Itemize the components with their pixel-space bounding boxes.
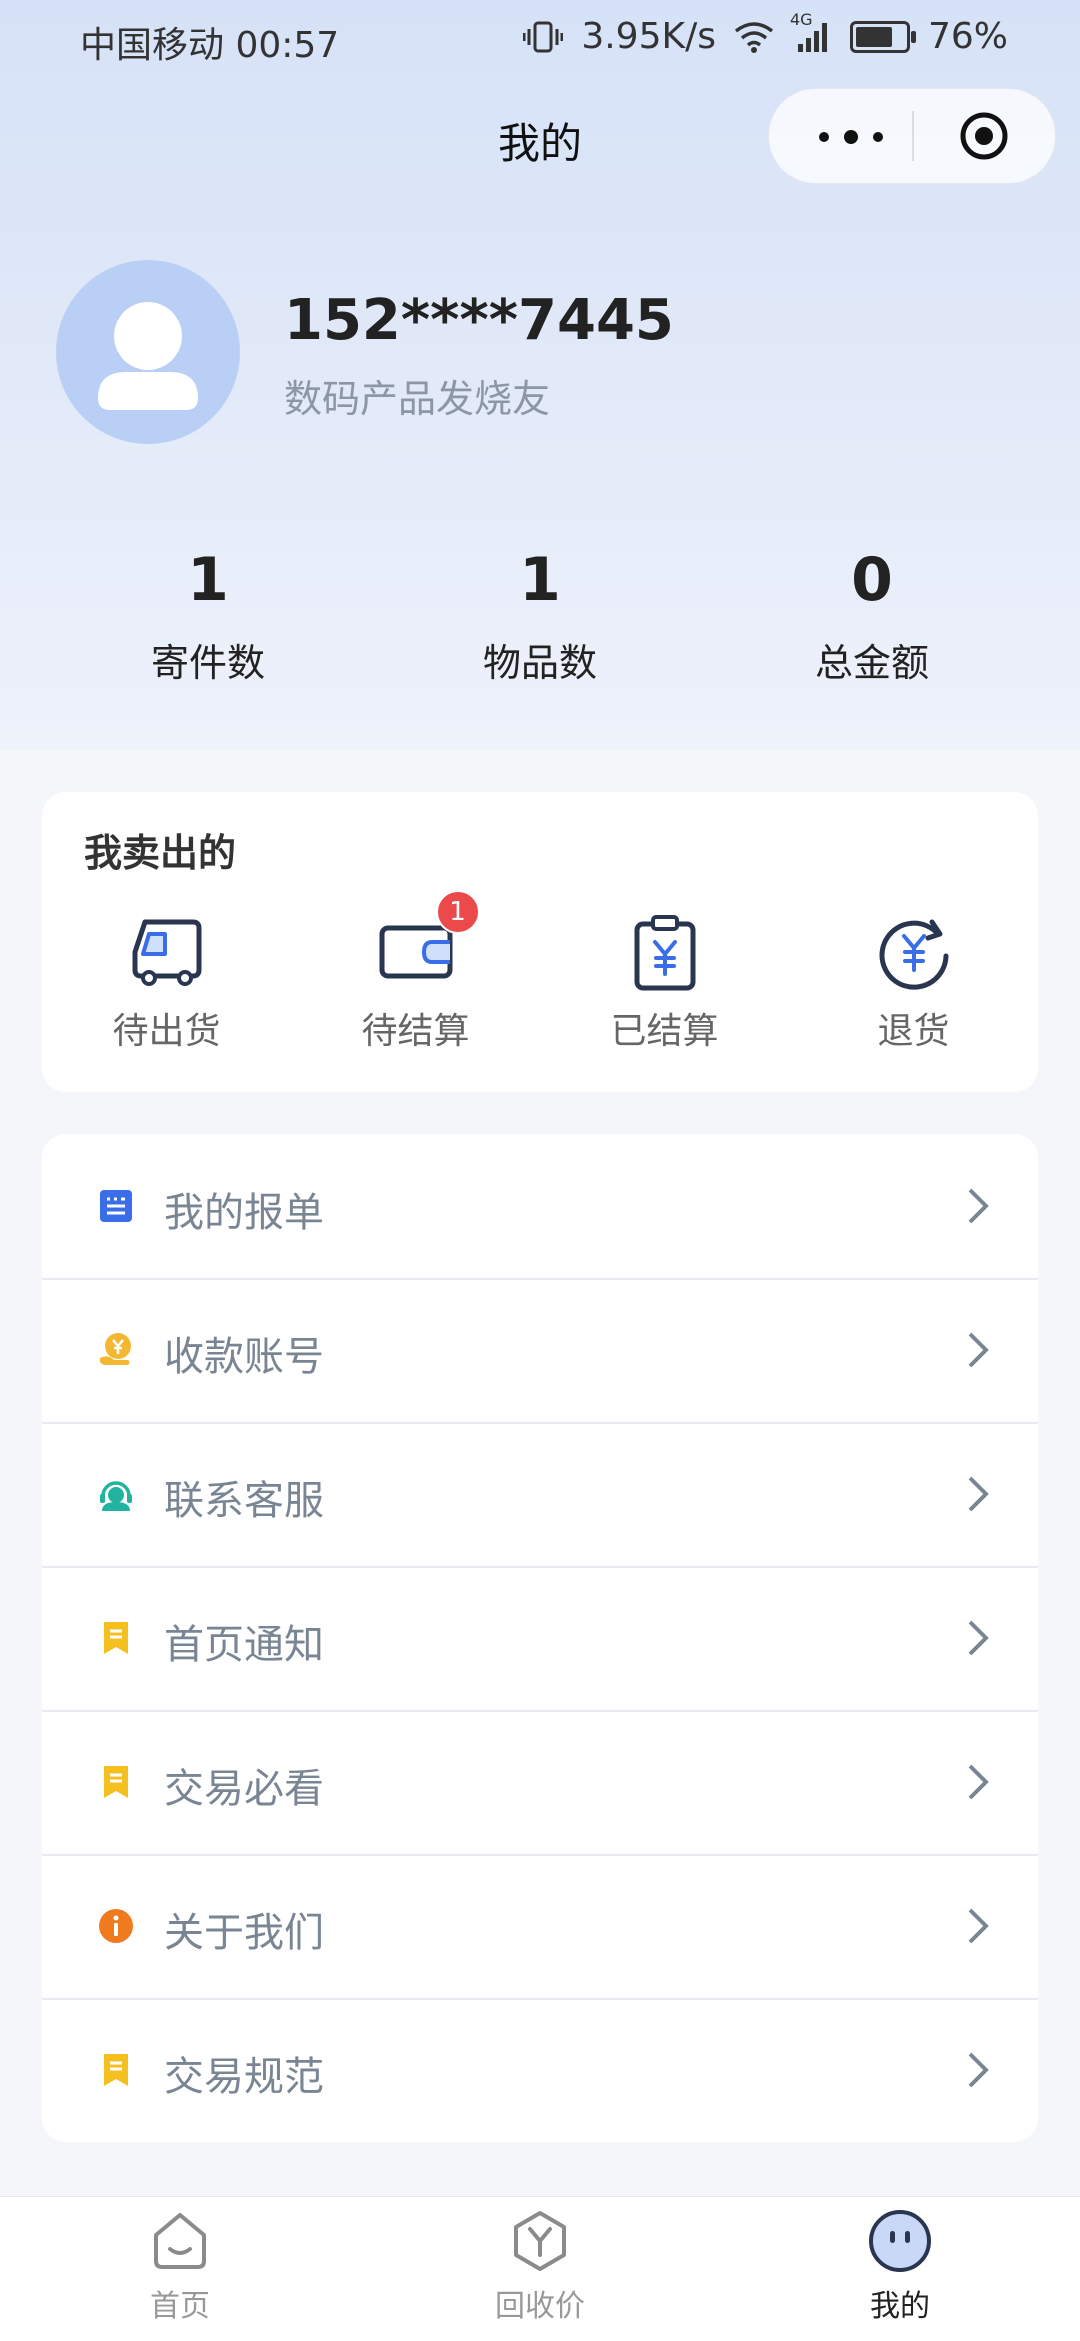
report-icon — [100, 1190, 132, 1222]
status-right: 3.95K/s 4G 76% — [523, 10, 1008, 57]
notice-icon — [104, 1622, 128, 1654]
stat-total-amount[interactable]: 0 总金额 — [692, 540, 1052, 687]
menu-item-about-us[interactable]: 关于我们 — [42, 1854, 1038, 2000]
order-label: 待结算 — [361, 1011, 470, 1052]
battery-level — [855, 26, 892, 47]
stat-label: 总金额 — [814, 641, 929, 685]
menu-label: 交易必看 — [164, 1766, 324, 1812]
user-avatar-icon — [98, 302, 198, 410]
chevron-right-icon — [968, 1908, 989, 1944]
mine-face-icon — [869, 2210, 931, 2272]
stat-value: 1 — [519, 545, 561, 615]
order-label: 退货 — [877, 1011, 950, 1052]
tab-label: 回收价 — [495, 2289, 585, 2324]
order-label: 已结算 — [610, 1011, 719, 1052]
clock: 00:57 — [235, 25, 340, 66]
battery-icon — [849, 20, 916, 53]
status-bar: 中国移动 00:57 3.95K/s 4G 76% — [0, 0, 1080, 76]
capsule-divider — [912, 111, 914, 161]
vibrate-icon — [523, 21, 564, 52]
menu-item-trade-rules[interactable]: 交易规范 — [42, 1998, 1038, 2142]
notice-icon — [104, 2054, 128, 2086]
sold-section-title: 我卖出的 — [84, 831, 237, 875]
battery-percent: 76% — [927, 16, 1008, 57]
order-returned[interactable]: 退货 — [789, 912, 1038, 1054]
target-close-icon — [960, 112, 1008, 160]
menu-item-home-notice[interactable]: 首页通知 — [42, 1566, 1038, 1712]
stat-shipments[interactable]: 1 寄件数 — [28, 540, 388, 687]
order-pending-shipment[interactable]: 待出货 — [42, 912, 291, 1054]
stat-items[interactable]: 1 物品数 — [360, 540, 720, 687]
order-pending-settlement[interactable]: 1 待结算 — [291, 890, 540, 1054]
stat-value: 1 — [187, 545, 229, 615]
avatar[interactable] — [56, 260, 240, 444]
menu-label: 收款账号 — [164, 1334, 324, 1380]
info-icon — [99, 1909, 133, 1943]
chevron-right-icon — [968, 2052, 989, 2088]
chevron-right-icon — [968, 1476, 989, 1512]
recycle-price-icon — [514, 2211, 566, 2271]
tab-home[interactable]: 首页 — [80, 2209, 280, 2325]
menu-card: 我的报单 收款账号 联系客服 首页通知 交易必看 关于我们 交易规范 — [42, 1134, 1038, 2142]
carrier: 中国移动 — [80, 25, 225, 66]
order-settled[interactable]: 已结算 — [540, 912, 789, 1054]
truck-icon — [127, 912, 207, 992]
close-miniprogram-button[interactable] — [959, 111, 1009, 161]
signal-indicator: 4G — [790, 10, 832, 54]
wifi-icon — [734, 21, 774, 53]
tab-label: 首页 — [150, 2289, 210, 2324]
miniprogram-capsule — [768, 88, 1056, 184]
sold-orders-card: 我卖出的 待出货 1 待结算 已结算 退货 — [42, 792, 1038, 1092]
tab-label: 我的 — [870, 2289, 930, 2324]
wallet-icon: 1 — [376, 890, 480, 992]
refund-yen-icon — [874, 912, 954, 992]
tab-recycle-price[interactable]: 回收价 — [440, 2209, 640, 2325]
user-tag: 数码产品发烧友 — [284, 377, 551, 421]
user-phone: 152****7445 — [284, 288, 674, 353]
menu-item-payment-account[interactable]: 收款账号 — [42, 1278, 1038, 1424]
menu-label: 我的报单 — [164, 1190, 324, 1236]
home-face-icon — [154, 2213, 206, 2269]
menu-label: 关于我们 — [164, 1910, 324, 1956]
chevron-right-icon — [968, 1188, 989, 1224]
menu-item-my-reports[interactable]: 我的报单 — [42, 1134, 1038, 1280]
menu-label: 首页通知 — [164, 1622, 324, 1668]
notice-icon — [104, 1766, 128, 1798]
order-label: 待出货 — [112, 1011, 221, 1052]
bottom-tab-bar: 首页 回收价 我的 — [0, 2196, 1080, 2341]
stat-label: 物品数 — [482, 641, 597, 685]
menu-item-trade-must-read[interactable]: 交易必看 — [42, 1710, 1038, 1856]
menu-label: 交易规范 — [164, 2054, 324, 2100]
chevron-right-icon — [968, 1332, 989, 1368]
clipboard-yen-icon — [625, 912, 705, 992]
yen-hand-icon — [100, 1333, 131, 1365]
chevron-right-icon — [968, 1620, 989, 1656]
menu-item-customer-service[interactable]: 联系客服 — [42, 1422, 1038, 1568]
notification-badge: 1 — [435, 890, 480, 934]
stat-value: 0 — [851, 545, 893, 615]
net-speed: 3.95K/s — [581, 16, 716, 57]
menu-label: 联系客服 — [164, 1478, 324, 1524]
support-agent-icon — [100, 1481, 132, 1511]
cell-signal-icon — [797, 22, 827, 52]
chevron-right-icon — [968, 1764, 989, 1800]
more-button[interactable] — [809, 89, 909, 183]
tab-mine[interactable]: 我的 — [800, 2209, 1000, 2325]
stat-label: 寄件数 — [150, 641, 265, 685]
status-left: 中国移动 00:57 — [80, 16, 339, 68]
